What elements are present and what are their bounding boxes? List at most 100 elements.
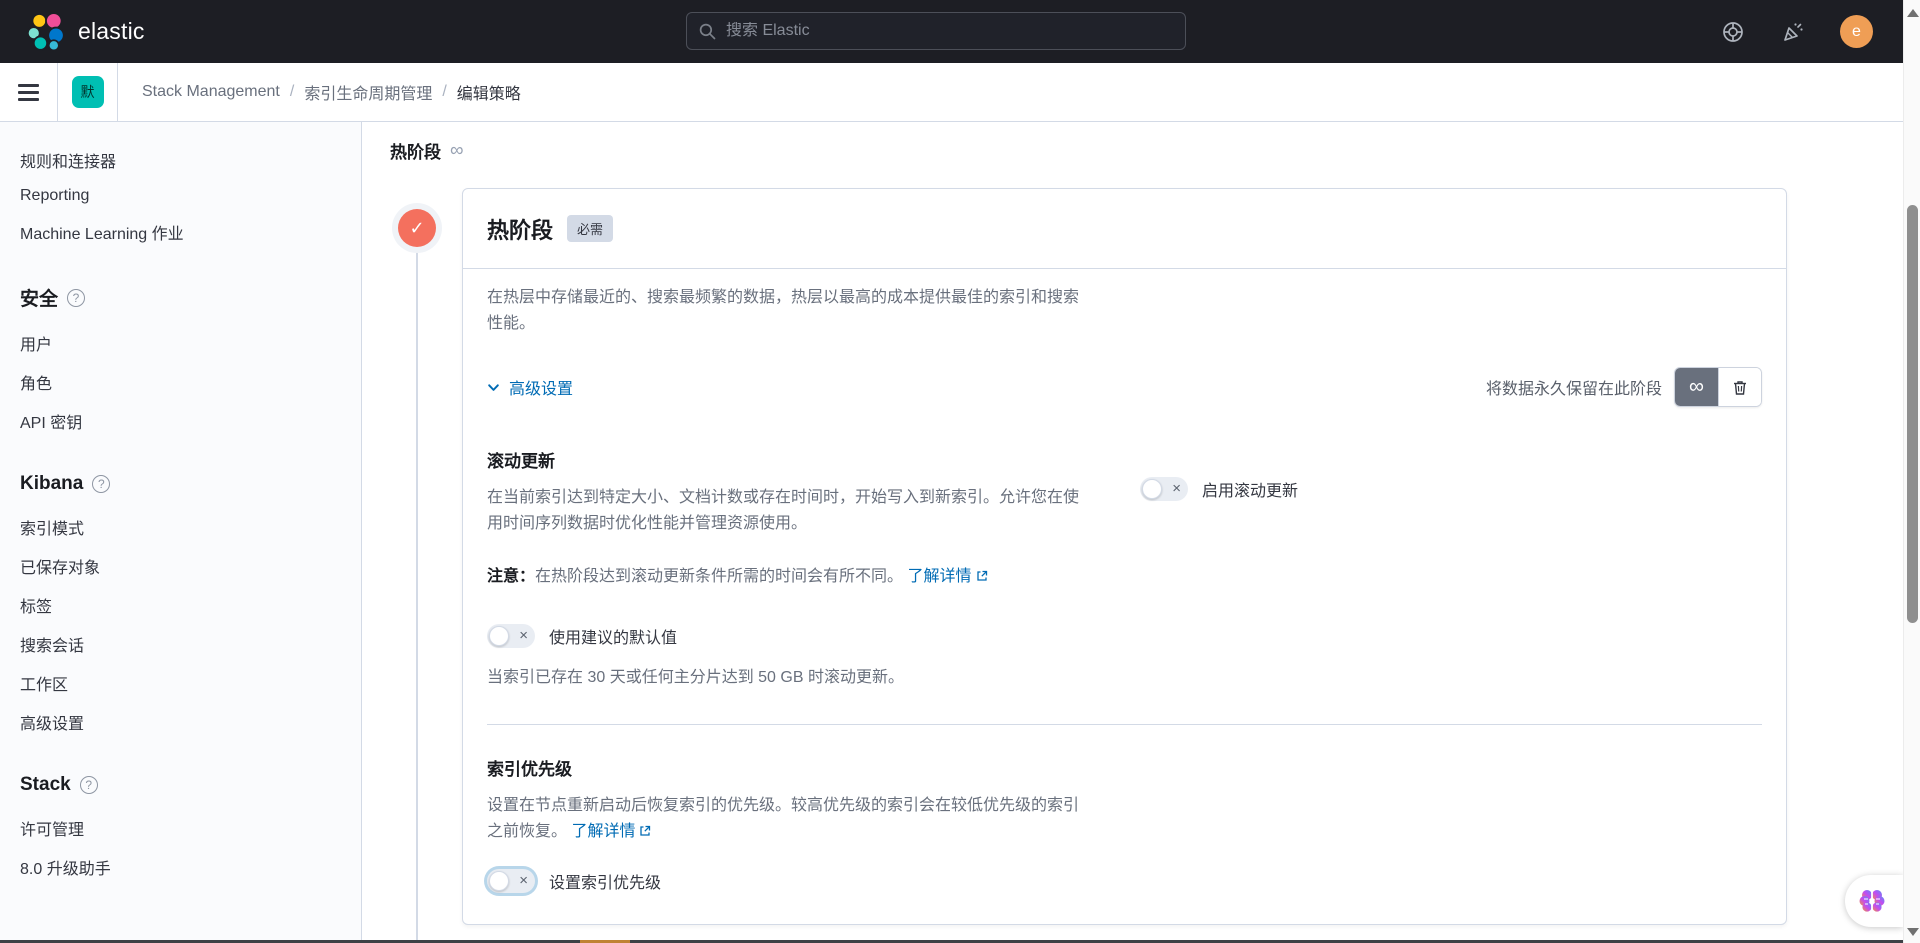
sidebar-item[interactable]: 已保存对象 <box>20 554 351 578</box>
scroll-up-arrow[interactable] <box>1907 9 1919 17</box>
help-menu-button[interactable] <box>1720 19 1746 45</box>
advanced-settings-toggle[interactable]: 高级设置 <box>487 375 573 399</box>
vertical-scrollbar <box>1903 0 1920 943</box>
search-icon <box>699 23 716 39</box>
brain-icon <box>1859 889 1885 913</box>
enable-rollover-label: 启用滚动更新 <box>1202 483 1299 500</box>
help-icon[interactable]: ? <box>92 475 111 493</box>
sidebar-item[interactable]: 规则和连接器 <box>20 148 351 172</box>
switch-knob <box>489 626 509 646</box>
set-index-priority-row: × 设置索引优先级 <box>487 869 1762 893</box>
external-link-icon <box>976 570 987 581</box>
sidebar-nav: 规则和连接器 Reporting Machine Learning 作业 安全? 用户角… <box>0 122 362 940</box>
rollover-heading: 滚动更新 <box>487 452 555 471</box>
recommended-defaults-row: × 使用建议的默认值 <box>487 624 1762 648</box>
sidebar-item[interactable]: Reporting <box>20 187 351 205</box>
hot-phase-heading-text: 热阶段 <box>390 143 441 162</box>
sidebar-item[interactable]: 索引模式 <box>20 515 351 539</box>
global-search[interactable] <box>686 12 1186 50</box>
breadcrumb-separator: / <box>442 83 447 100</box>
sidebar-item[interactable]: 许可管理 <box>20 816 351 840</box>
breadcrumb: Stack Management / 索引生命周期管理 / 编辑策略 <box>142 80 521 104</box>
hot-phase-section-heading: 热阶段 ∞ <box>390 138 464 163</box>
hot-phase-panel: 热阶段 必需 在热层中存储最近的、搜索最频繁的数据，热层以最高的成本提供最佳的索… <box>462 188 1787 925</box>
priority-learn-more-link[interactable]: 了解详情 <box>571 823 635 840</box>
main-content: 热阶段 ∞ ✓ 热阶段 必需 在热层中存储最近的、搜索最频繁的数据，热层以最高的… <box>362 122 1903 940</box>
user-avatar[interactable]: e <box>1840 15 1873 48</box>
sidebar-item[interactable]: 8.0 升级助手 <box>20 855 351 879</box>
switch-off-icon: × <box>519 872 528 889</box>
section-divider <box>487 724 1762 725</box>
sidebar-item[interactable]: 角色 <box>20 370 351 394</box>
switch-knob <box>1142 479 1162 499</box>
sidebar-group-header: Kibana? <box>20 473 351 495</box>
party-popper-icon <box>1784 22 1803 41</box>
app-header: elastic 搜索 Elastic e <box>0 0 1903 63</box>
brand-name: elastic <box>78 18 145 44</box>
check-icon: ✓ <box>409 217 425 238</box>
rollover-note: 注意：在热阶段达到滚动更新条件所需的时间会有所不同。 了解详情 <box>487 565 1762 590</box>
help-icon[interactable]: ? <box>67 288 86 307</box>
phase-description: 在热层中存储最近的、搜索最频繁的数据，热层以最高的成本提供最佳的索引和搜索性能。 <box>487 289 1080 332</box>
sidebar-item[interactable]: 用户 <box>20 331 351 355</box>
sidebar-item[interactable]: API 密钥 <box>20 409 351 433</box>
phase-timeline-line <box>416 252 418 940</box>
set-index-priority-label: 设置索引优先级 <box>549 875 662 892</box>
menu-toggle-button[interactable] <box>0 63 58 121</box>
sidebar-group-title: Stack <box>20 774 71 795</box>
sidebar-item[interactable]: Machine Learning 作业 <box>20 220 351 244</box>
breadcrumb-bar: 默 Stack Management / 索引生命周期管理 / 编辑策略 <box>0 63 1903 122</box>
elastic-logo[interactable]: elastic <box>26 11 145 52</box>
recommended-defaults-switch[interactable]: × <box>487 624 535 648</box>
rollover-learn-more-link[interactable]: 了解详情 <box>907 568 971 585</box>
breadcrumb-item[interactable]: Stack Management <box>142 83 280 101</box>
switch-knob <box>489 871 509 891</box>
scroll-down-arrow[interactable] <box>1907 928 1919 936</box>
panel-body: 在热层中存储最近的、搜索最频繁的数据，热层以最高的成本提供最佳的索引和搜索性能。… <box>463 285 1786 927</box>
keep-forever-button[interactable]: ∞ <box>1675 368 1718 406</box>
infinity-icon: ∞ <box>1689 375 1704 398</box>
scrollbar-thumb[interactable] <box>1907 205 1918 623</box>
trash-icon <box>1734 380 1746 395</box>
infinity-icon: ∞ <box>450 139 464 161</box>
breadcrumb-item-current: 编辑策略 <box>456 86 521 103</box>
external-link-icon <box>640 825 651 836</box>
required-badge: 必需 <box>567 215 614 242</box>
advanced-settings-row: 高级设置 将数据永久保留在此阶段 ∞ <box>487 367 1762 407</box>
sidebar-item[interactable]: 标签 <box>20 593 351 617</box>
note-label: 注意： <box>487 568 536 585</box>
search-input[interactable] <box>726 22 1173 40</box>
note-text: 在热阶段达到滚动更新条件所需的时间会有所不同。 <box>535 568 904 585</box>
news-feed-button[interactable] <box>1780 19 1806 45</box>
hot-phase-check-icon: ✓ <box>398 209 436 247</box>
sidebar-item[interactable]: 工作区 <box>20 671 351 695</box>
enable-rollover-switch[interactable]: × <box>1140 477 1188 501</box>
breadcrumb-item[interactable]: 索引生命周期管理 <box>304 80 432 104</box>
delete-phase-button[interactable] <box>1718 368 1761 406</box>
keep-data-label: 将数据永久保留在此阶段 <box>1485 381 1662 398</box>
defaults-hint: 当索引已存在 30 天或任何主分片达到 50 GB 时滚动更新。 <box>487 669 904 686</box>
recommended-defaults-label: 使用建议的默认值 <box>549 630 678 647</box>
set-index-priority-switch[interactable]: × <box>487 869 535 893</box>
help-icon[interactable]: ? <box>79 776 98 794</box>
data-retention-control: 将数据永久保留在此阶段 ∞ <box>1486 367 1762 407</box>
advanced-settings-label: 高级设置 <box>509 381 574 398</box>
panel-header: 热阶段 必需 <box>463 189 1786 269</box>
panel-title: 热阶段 <box>487 217 554 243</box>
index-priority-description: 设置在节点重新启动后恢复索引的优先级。较高优先级的索引会在较低优先级的索引之前恢… <box>487 793 1079 846</box>
hamburger-icon <box>18 83 39 87</box>
sidebar-group-title: 安全 <box>20 289 59 310</box>
rollover-description: 在当前索引达到特定大小、文档计数或存在时间时，开始写入到新索引。允许您在使用时间… <box>487 489 1080 532</box>
sidebar-item[interactable]: 搜索会话 <box>20 632 351 656</box>
space-badge[interactable]: 默 <box>71 76 104 108</box>
chevron-down-icon <box>488 383 499 391</box>
enable-rollover-row: × 启用滚动更新 <box>1140 477 1298 501</box>
retention-button-group: ∞ <box>1674 367 1762 407</box>
sidebar-group-header: Stack? <box>20 774 351 796</box>
sidebar-item[interactable]: 高级设置 <box>20 710 351 734</box>
switch-off-icon: × <box>519 627 528 644</box>
switch-off-icon: × <box>1172 480 1181 497</box>
assistant-fab[interactable] <box>1845 875 1903 927</box>
elastic-logo-icon <box>26 11 65 51</box>
sidebar-group-header: 安全? <box>20 284 351 311</box>
